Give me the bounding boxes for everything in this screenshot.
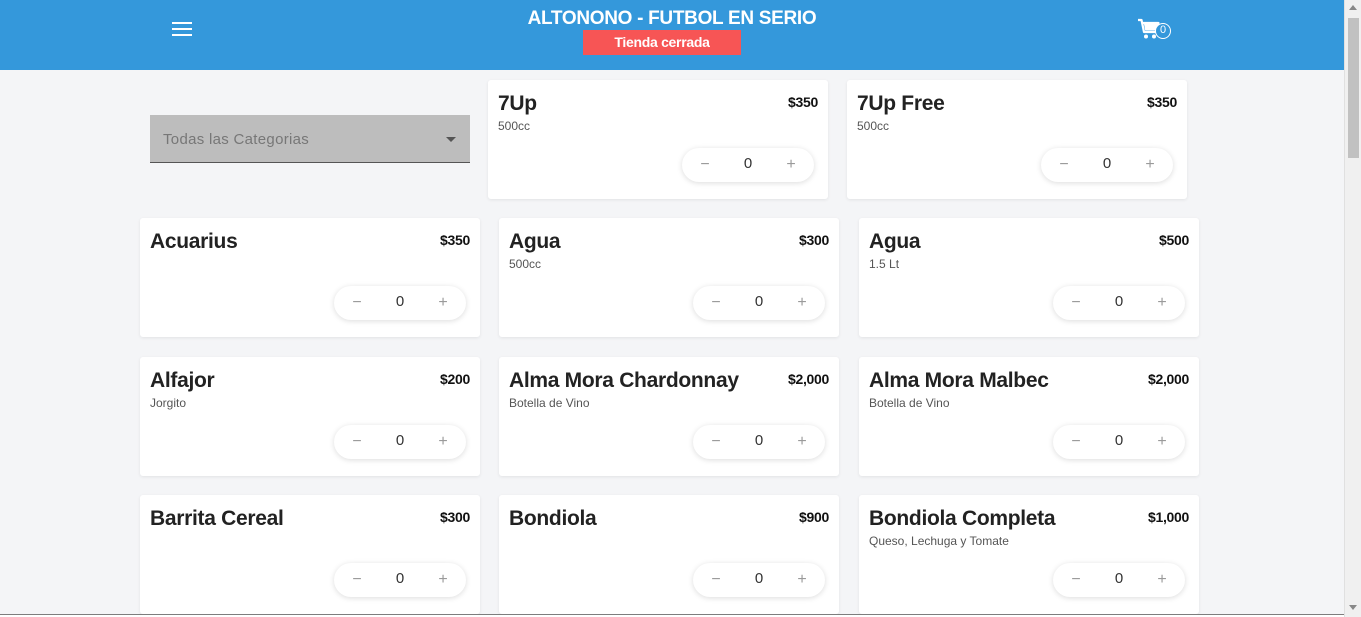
increase-quantity-button[interactable]: + (1151, 569, 1173, 591)
product-card[interactable]: Barrita Cereal $300 − 0 + (140, 495, 480, 614)
decrease-quantity-button[interactable]: − (694, 154, 716, 176)
decrease-quantity-button[interactable]: − (1065, 292, 1087, 314)
decrease-quantity-button[interactable]: − (1053, 154, 1075, 176)
quantity-stepper: − 0 + (334, 286, 466, 320)
quantity-stepper: − 0 + (693, 563, 825, 597)
quantity-value[interactable]: 0 (747, 432, 771, 449)
product-description: 500cc (498, 119, 531, 133)
quantity-value[interactable]: 0 (1107, 432, 1131, 449)
store-status-badge: Tienda cerrada (583, 30, 741, 55)
increase-quantity-button[interactable]: + (432, 569, 454, 591)
quantity-value[interactable]: 0 (736, 155, 760, 172)
product-name: Alma Mora Malbec (869, 369, 1049, 392)
quantity-stepper: − 0 + (693, 286, 825, 320)
product-name: 7Up Free (857, 92, 945, 115)
increase-quantity-button[interactable]: + (1139, 154, 1161, 176)
quantity-value[interactable]: 0 (1095, 155, 1119, 172)
increase-quantity-button[interactable]: + (432, 431, 454, 453)
product-description: 500cc (857, 119, 890, 133)
quantity-value[interactable]: 0 (1107, 293, 1131, 310)
product-price: $200 (440, 371, 470, 387)
product-name: Alfajor (150, 369, 215, 392)
decrease-quantity-button[interactable]: − (346, 569, 368, 591)
category-select[interactable]: Todas las Categorias (150, 115, 470, 163)
quantity-value[interactable]: 0 (388, 570, 412, 587)
product-price: $900 (799, 509, 829, 525)
product-name: Alma Mora Chardonnay (509, 369, 739, 392)
decrease-quantity-button[interactable]: − (705, 569, 727, 591)
quantity-stepper: − 0 + (1053, 286, 1185, 320)
product-card[interactable]: Acuarius $350 − 0 + (140, 218, 480, 337)
cart-button[interactable]: 0 (1137, 18, 1177, 42)
scroll-down-arrow-icon[interactable] (1349, 605, 1357, 610)
product-name: Agua (869, 230, 921, 253)
quantity-stepper: − 0 + (1041, 148, 1173, 182)
increase-quantity-button[interactable]: + (780, 154, 802, 176)
product-price: $350 (440, 232, 470, 248)
product-card[interactable]: Bondiola $900 − 0 + (499, 495, 839, 614)
product-description: Queso, Lechuga y Tomate (869, 534, 1009, 548)
product-description: 500cc (509, 257, 542, 271)
quantity-value[interactable]: 0 (1107, 570, 1131, 587)
product-price: $300 (440, 509, 470, 525)
decrease-quantity-button[interactable]: − (346, 292, 368, 314)
product-price: $350 (1147, 94, 1177, 110)
quantity-value[interactable]: 0 (747, 570, 771, 587)
decrease-quantity-button[interactable]: − (1065, 431, 1087, 453)
quantity-stepper: − 0 + (334, 425, 466, 459)
product-price: $2,000 (787, 371, 829, 387)
page-scrollbar[interactable] (1344, 0, 1361, 617)
quantity-value[interactable]: 0 (388, 432, 412, 449)
product-card[interactable]: 7Up $350 500cc − 0 + (488, 80, 828, 199)
decrease-quantity-button[interactable]: − (346, 431, 368, 453)
category-select-placeholder: Todas las Categorias (163, 131, 310, 148)
product-name: Agua (509, 230, 561, 253)
product-price: $350 (788, 94, 818, 110)
product-card[interactable]: Alma Mora Chardonnay $2,000 Botella de Vin… (499, 357, 839, 476)
product-price: $2,000 (1147, 371, 1189, 387)
product-card[interactable]: Bondiola Completa $1,000 Queso, Lechuga y … (859, 495, 1199, 614)
increase-quantity-button[interactable]: + (1151, 431, 1173, 453)
quantity-value[interactable]: 0 (747, 293, 771, 310)
quantity-value[interactable]: 0 (388, 293, 412, 310)
product-description: Botella de Vino (869, 396, 950, 410)
product-card[interactable]: 7Up Free $350 500cc − 0 + (847, 80, 1187, 199)
product-name: Bondiola (509, 507, 597, 530)
product-description: 1.5 Lt (869, 257, 900, 271)
dropdown-arrow-icon (446, 137, 456, 142)
product-name: Barrita Cereal (150, 507, 284, 530)
app-header: ALTONONO - FUTBOL EN SERIO Tienda cerrad… (0, 0, 1344, 70)
product-price: $1,000 (1147, 509, 1189, 525)
product-card[interactable]: Agua $300 500cc − 0 + (499, 218, 839, 337)
increase-quantity-button[interactable]: + (791, 431, 813, 453)
increase-quantity-button[interactable]: + (432, 292, 454, 314)
product-card[interactable]: Alfajor $200 Jorgito − 0 + (140, 357, 480, 476)
product-name: 7Up (498, 92, 537, 115)
scrollbar-thumb[interactable] (1348, 18, 1359, 158)
increase-quantity-button[interactable]: + (791, 292, 813, 314)
product-name: Acuarius (150, 230, 238, 253)
quantity-stepper: − 0 + (1053, 563, 1185, 597)
quantity-stepper: − 0 + (1053, 425, 1185, 459)
increase-quantity-button[interactable]: + (1151, 292, 1173, 314)
decrease-quantity-button[interactable]: − (1065, 569, 1087, 591)
product-description: Jorgito (150, 396, 187, 410)
decrease-quantity-button[interactable]: − (705, 292, 727, 314)
product-price: $500 (1159, 232, 1189, 248)
increase-quantity-button[interactable]: + (791, 569, 813, 591)
quantity-stepper: − 0 + (682, 148, 814, 182)
product-card[interactable]: Agua $500 1.5 Lt − 0 + (859, 218, 1199, 337)
quantity-stepper: − 0 + (334, 563, 466, 597)
product-name: Bondiola Completa (869, 507, 1056, 530)
product-price: $300 (799, 232, 829, 248)
scroll-up-arrow-icon[interactable] (1349, 5, 1357, 10)
decrease-quantity-button[interactable]: − (705, 431, 727, 453)
quantity-stepper: − 0 + (693, 425, 825, 459)
product-description: Botella de Vino (509, 396, 590, 410)
cart-count-badge: 0 (1155, 23, 1171, 39)
product-card[interactable]: Alma Mora Malbec $2,000 Botella de Vino − 0 + (859, 357, 1199, 476)
